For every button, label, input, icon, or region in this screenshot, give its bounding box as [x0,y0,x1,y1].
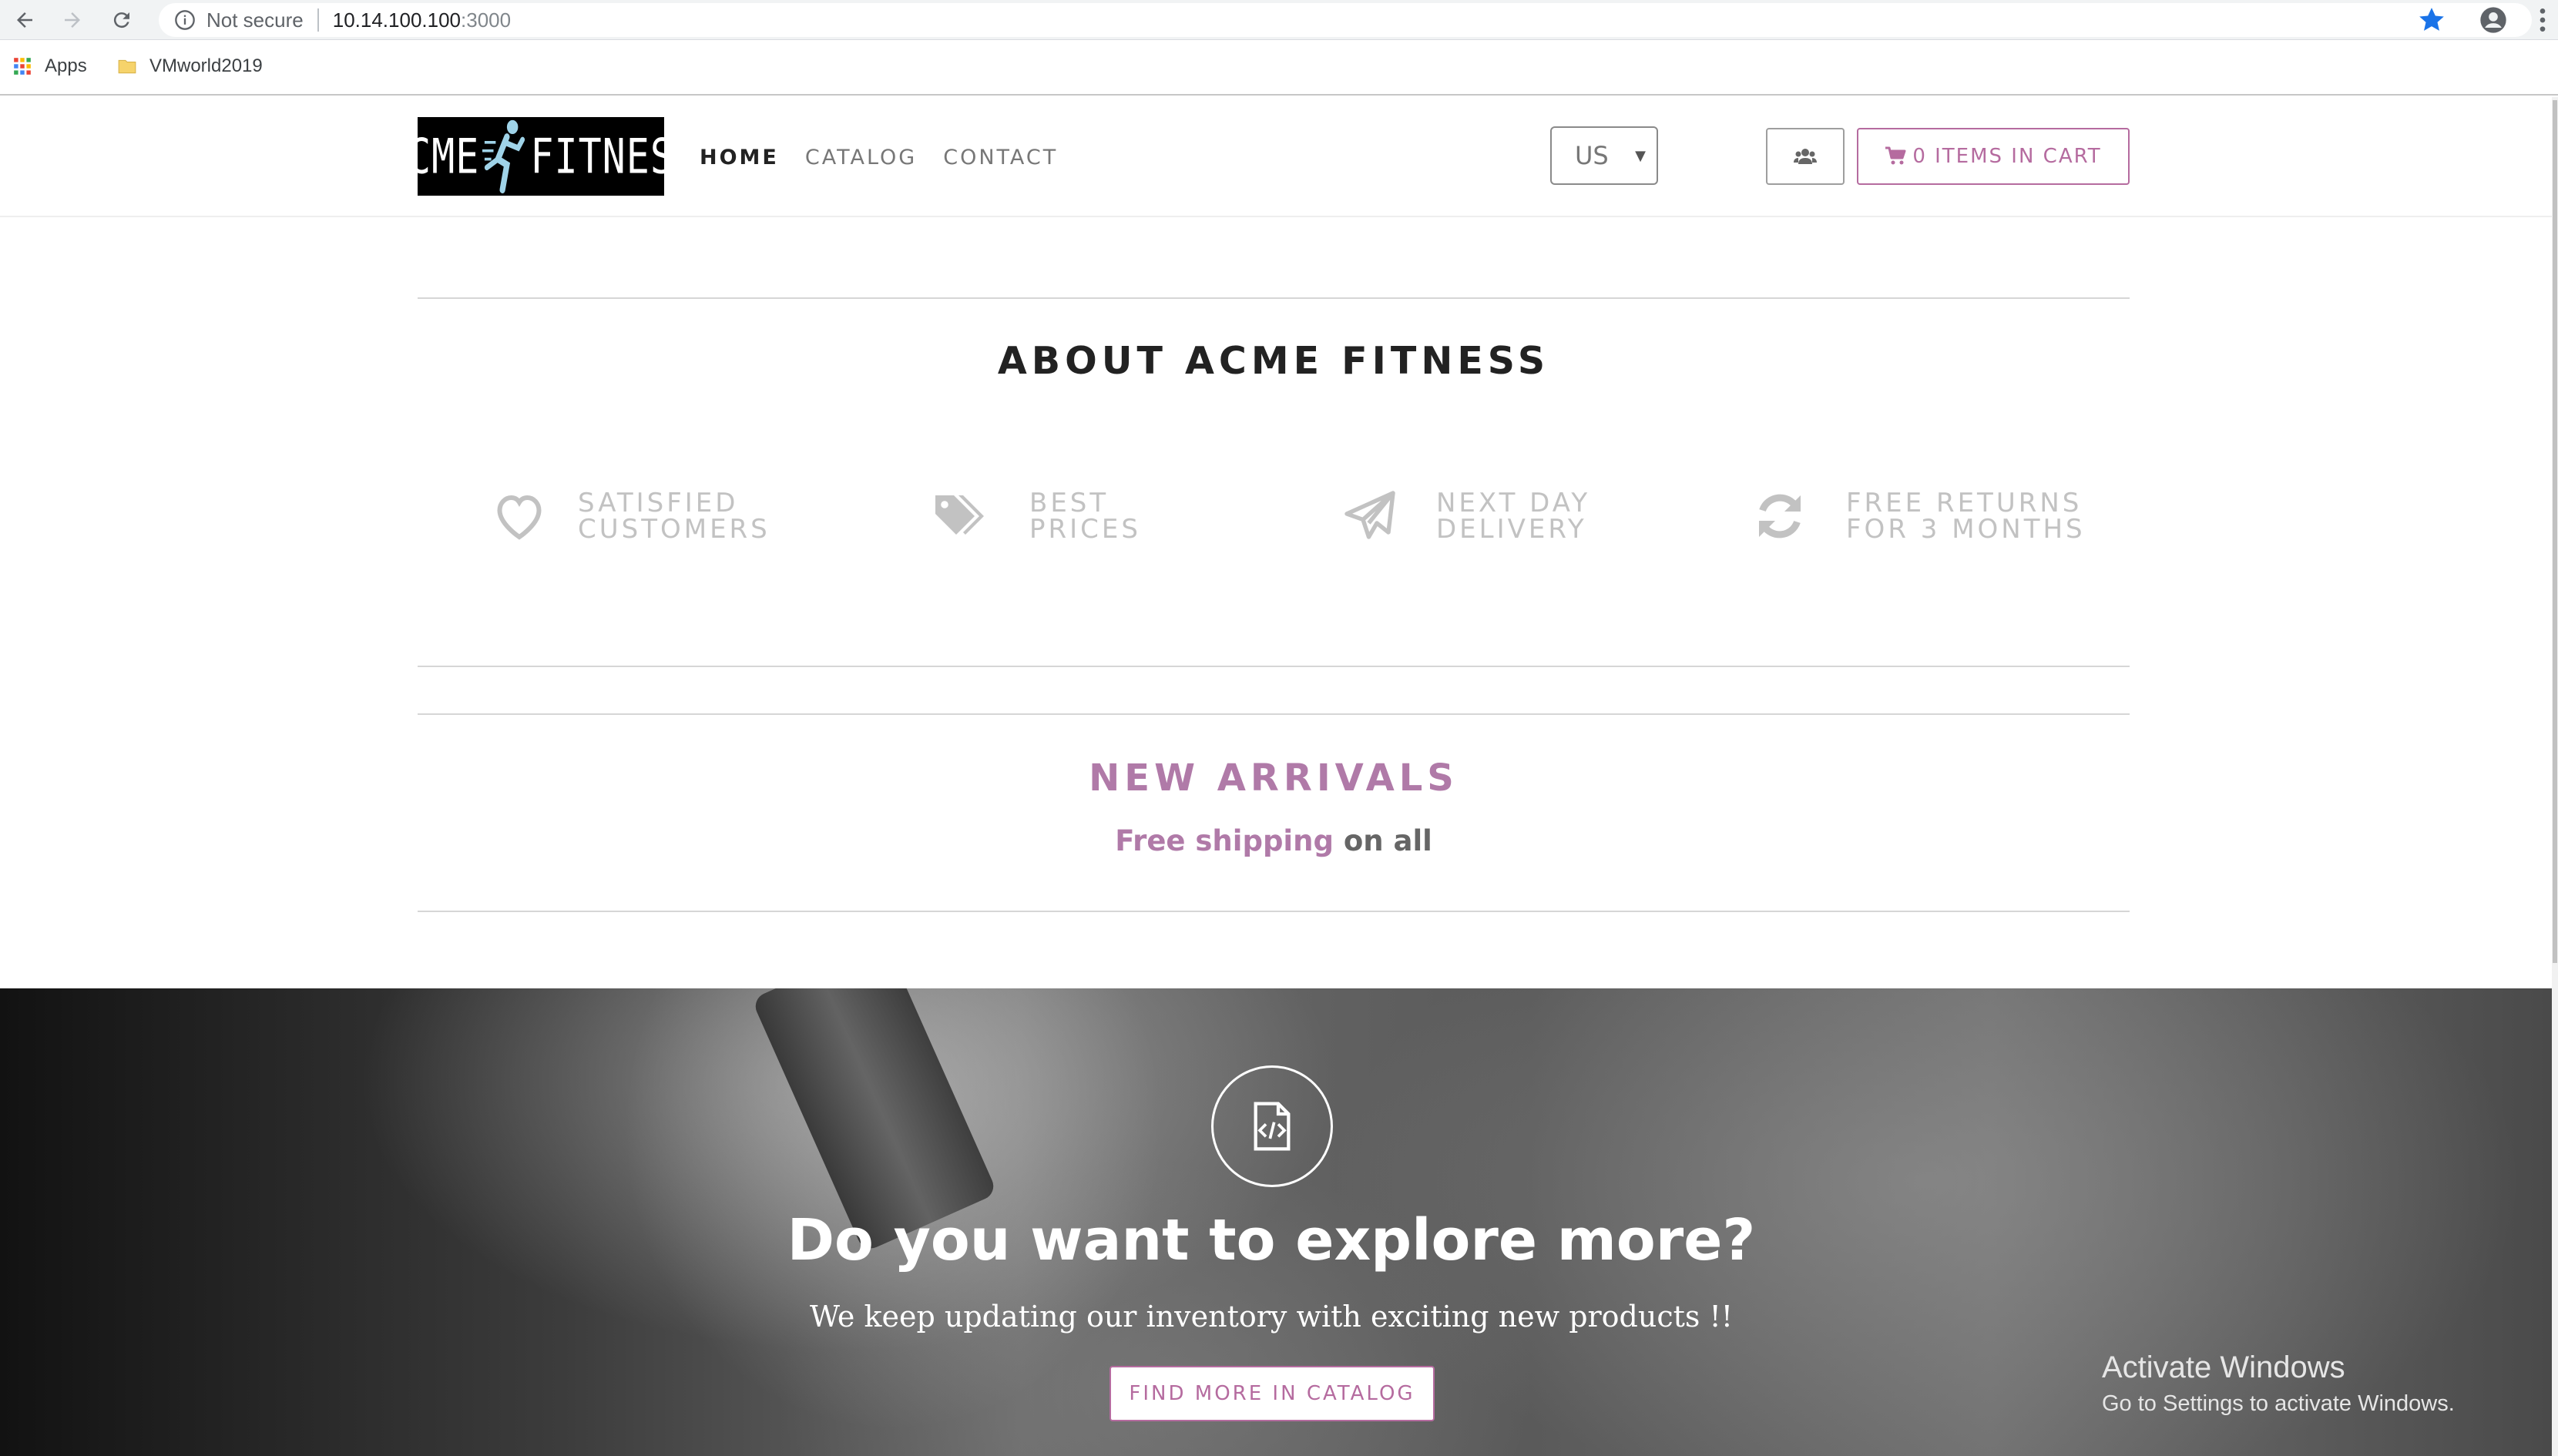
users-icon [1794,149,1817,164]
divider [418,297,2130,299]
bookmark-star-icon[interactable] [2416,5,2447,35]
folder-icon [118,59,136,74]
feature-best-prices: BEST PRICES [928,485,1141,547]
find-more-catalog-button[interactable]: FIND MORE IN CATALOG [1109,1366,1435,1421]
site-header: ACME FITNESS HOME CATALOG CONTACT US ▼ 0… [0,97,2552,217]
feature-satisfied-customers: SATISFIED CUSTOMERS [488,485,770,547]
divider [418,911,2130,912]
new-arrivals-title: NEW ARRIVALS [1089,757,1459,800]
divider [418,666,2130,667]
address-bar[interactable]: Not secure 10.14.100.100:3000 [159,3,2532,37]
user-button[interactable] [1766,128,1845,185]
feature-next-day-delivery: NEXT DAY DELIVERY [1339,485,1590,547]
security-label: Not secure [206,8,304,32]
url-text: 10.14.100.100:3000 [332,8,512,32]
browser-toolbar: Not secure 10.14.100.100:3000 [0,0,2558,40]
forward-arrow-icon[interactable] [57,5,88,35]
cart-button[interactable]: 0 ITEMS IN CART [1857,128,2130,185]
omnibox-divider [317,8,319,32]
windows-activation-watermark: Activate Windows Go to Settings to activ… [2102,1350,2455,1416]
feature-free-returns: FREE RETURNS FOR 3 MONTHS [1749,485,2086,547]
country-select[interactable]: US ▼ [1550,126,1658,185]
account-icon[interactable] [2478,5,2509,35]
tags-icon [928,485,989,547]
paper-plane-icon [1339,485,1401,547]
apps-grid-icon [14,58,31,75]
back-arrow-icon[interactable] [9,5,40,35]
nav-home[interactable]: HOME [700,146,779,169]
code-file-icon [1211,1065,1333,1187]
scrollbar-thumb[interactable] [2553,100,2557,963]
refresh-icon [1749,485,1811,547]
heart-icon [488,485,550,547]
new-arrivals-subtitle: Free shipping on all [1115,824,1432,857]
nav-catalog[interactable]: CATALOG [805,146,917,169]
bookmark-folder-vmworld[interactable]: VMworld2019 [117,55,263,77]
about-title: ABOUT ACME FITNESS [997,339,1550,383]
hero-subtitle: We keep updating our inventory with exci… [809,1300,1734,1334]
bookmark-apps[interactable]: Apps [12,55,87,77]
shopping-cart-icon [1885,146,1906,165]
acme-logo[interactable]: ACME FITNESS [384,117,697,196]
bookmarks-bar: Apps VMworld2019 [0,40,2558,96]
nav-contact[interactable]: CONTACT [943,146,1058,169]
caret-down-icon: ▼ [1635,148,1646,164]
reload-icon[interactable] [106,5,137,35]
divider [418,713,2130,715]
main-nav: HOME CATALOG CONTACT [700,97,1058,217]
runner-icon [482,119,525,194]
more-vert-icon[interactable] [2535,5,2550,35]
hero-title: Do you want to explore more? [787,1207,1756,1273]
info-icon[interactable] [174,9,196,31]
